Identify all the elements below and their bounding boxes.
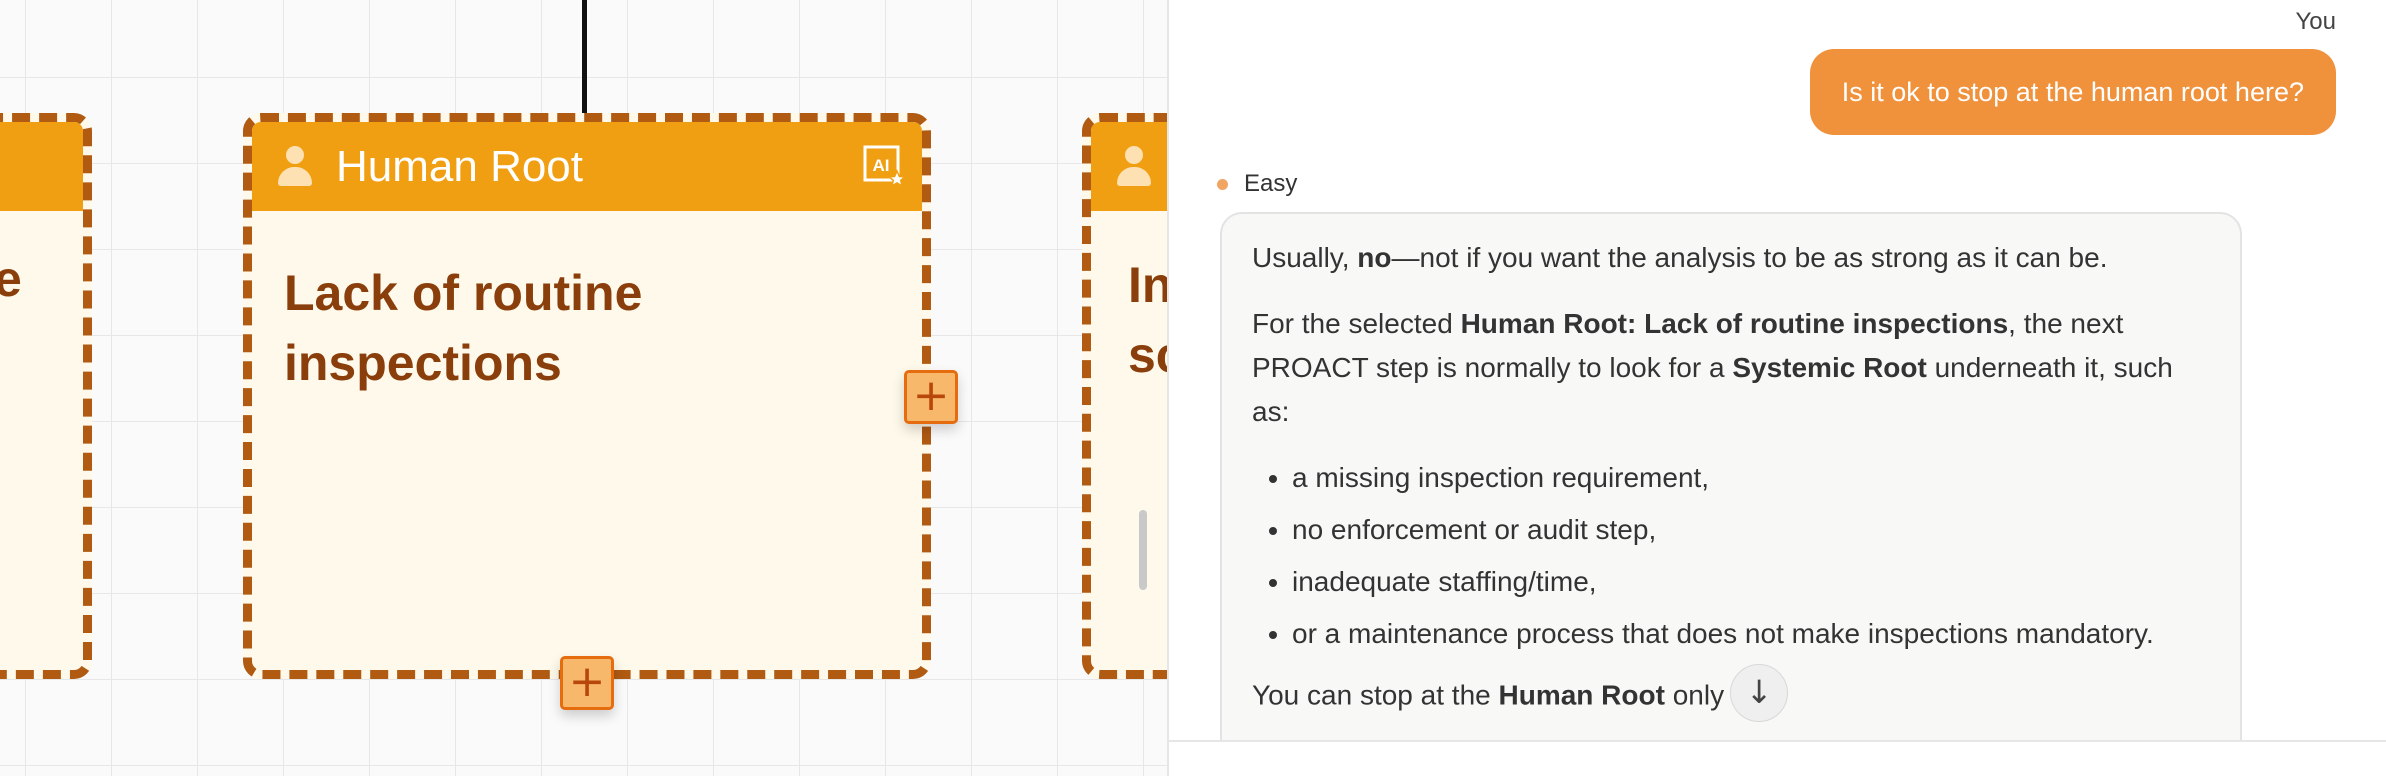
person-icon — [276, 146, 314, 188]
card-header — [1091, 122, 1167, 211]
bold-text: no — [1357, 242, 1392, 273]
connector-line — [582, 0, 587, 118]
text: Usually, — [1252, 242, 1358, 273]
add-right-button[interactable]: + — [904, 370, 958, 424]
message-composer[interactable] — [1169, 740, 2386, 776]
human-root-card[interactable]: Human Root AI Lack of routine inspection… — [243, 113, 931, 679]
bold-text: Systemic Root — [1732, 352, 1927, 383]
reply-paragraph: You can stop at the Human Root only ↓ — [1252, 664, 2210, 726]
card-header: Human Root AI — [252, 122, 922, 211]
card-type-title: Human Root — [336, 142, 584, 191]
list-item: no enforcement or audit step, — [1292, 508, 2210, 552]
add-child-button[interactable]: + — [560, 656, 614, 710]
status-dot-icon — [1217, 178, 1228, 190]
reply-bullet-list: a missing inspection requirement, no enf… — [1252, 456, 2210, 656]
text: For the selected — [1252, 308, 1461, 339]
arrow-down-icon[interactable]: ↓ — [1730, 664, 1789, 722]
assistant-mode-label: Easy — [1217, 170, 1297, 198]
list-item: or a maintenance process that does not m… — [1292, 612, 2210, 656]
card-left-partial[interactable] — [0, 113, 92, 679]
assistant-reply-bubble: Usually, no—not if you want the analysis… — [1220, 212, 2242, 776]
rca-canvas[interactable]: e Human Root AI Lack of routine inspecti… — [0, 0, 1167, 776]
text: only — [1664, 679, 1725, 711]
canvas-scrollbar[interactable] — [1139, 510, 1147, 590]
card-left-text-fragment: e — [0, 251, 22, 307]
text: —not if you want the analysis to be as s… — [1391, 242, 2108, 273]
assistant-mode-text: Easy — [1244, 170, 1298, 197]
chat-panel: You Is it ok to stop at the human root h… — [1167, 0, 2386, 776]
user-label: You — [2295, 8, 2337, 35]
ai-generated-icon[interactable]: AI — [862, 144, 907, 188]
user-message-bubble: Is it ok to stop at the human root here? — [1809, 49, 2336, 135]
list-item: inadequate staffing/time, — [1292, 560, 2210, 604]
bold-text: Human Root: Lack of routine inspections — [1460, 308, 2009, 339]
svg-text:AI: AI — [873, 156, 890, 175]
reply-paragraph: For the selected Human Root: Lack of rou… — [1252, 302, 2210, 434]
list-item: a missing inspection requirement, — [1292, 456, 2210, 500]
card-body-text: Lack of routine inspections — [284, 265, 643, 391]
fragment-line: In — [1128, 257, 1167, 313]
reply-paragraph: Usually, no—not if you want the analysis… — [1252, 236, 2210, 280]
card-right-partial[interactable] — [1082, 113, 1167, 679]
person-icon — [1115, 146, 1153, 188]
card-header — [0, 122, 83, 211]
fragment-line: sc — [1128, 327, 1167, 383]
text: You can stop at the — [1252, 679, 1499, 711]
card-right-text-fragment: In sc — [1128, 250, 1167, 390]
bold-text: Human Root — [1498, 679, 1665, 711]
